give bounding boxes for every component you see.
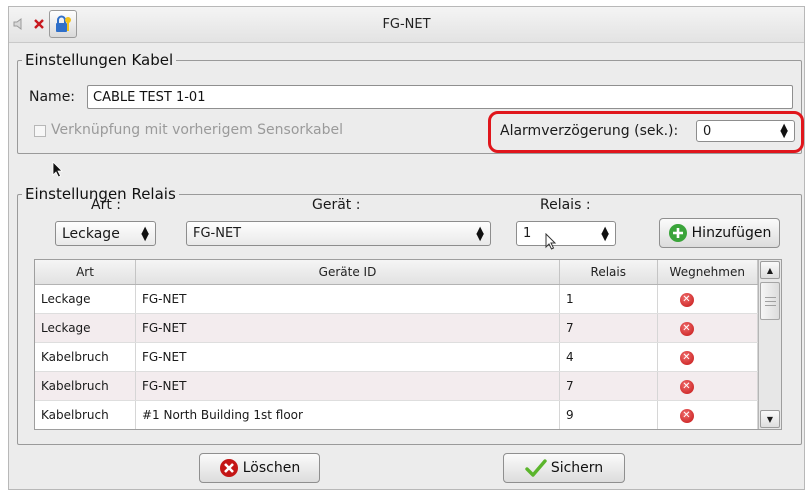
delete-button[interactable]: Löschen bbox=[199, 453, 320, 483]
table-row[interactable]: Leckage FG-NET 7 ✕ bbox=[35, 313, 758, 343]
cell-relais: 9 bbox=[559, 400, 658, 429]
table-scrollbar[interactable]: ▲ ▼ bbox=[758, 260, 781, 429]
art-label: Art : bbox=[91, 197, 121, 213]
relay-table: Art Geräte ID Relais Wegnehmen Leckage F… bbox=[34, 259, 782, 430]
delete-row-icon[interactable]: ✕ bbox=[679, 321, 694, 336]
alarm-delay-label: Alarmverzögerung (sek.): bbox=[500, 123, 679, 139]
table-header-row: Art Geräte ID Relais Wegnehmen bbox=[35, 260, 758, 285]
scroll-up-icon[interactable]: ▲ bbox=[760, 261, 780, 279]
art-select[interactable]: Leckage ▲ ▼ bbox=[55, 221, 156, 246]
relais-label: Relais : bbox=[540, 197, 591, 213]
delete-row-icon[interactable]: ✕ bbox=[679, 379, 694, 394]
select-arrows-icon: ▲ ▼ bbox=[141, 224, 149, 243]
dialog-window: FG-NET Einstellungen Kabel Name: Verknüp… bbox=[8, 6, 805, 490]
table-row[interactable]: Leckage FG-NET 1 ✕ bbox=[35, 284, 758, 314]
cell-geraet: FG-NET bbox=[135, 371, 561, 401]
art-select-value: Leckage bbox=[62, 225, 120, 242]
delete-row-icon[interactable]: ✕ bbox=[679, 292, 694, 307]
delete-row-icon[interactable]: ✕ bbox=[679, 350, 694, 365]
add-button-label: Hinzufügen bbox=[691, 225, 772, 241]
mouse-pointer-icon bbox=[545, 233, 557, 250]
delete-circle-icon bbox=[219, 459, 238, 477]
plus-circle-icon bbox=[668, 224, 687, 242]
cell-geraet: FG-NET bbox=[135, 342, 561, 372]
cell-relais: 7 bbox=[559, 313, 658, 343]
cell-art: Kabelbruch bbox=[35, 400, 136, 429]
title-bar: FG-NET bbox=[9, 7, 804, 43]
window-title: FG-NET bbox=[382, 17, 431, 32]
cell-art: Kabelbruch bbox=[35, 342, 136, 372]
cell-relais: 1 bbox=[559, 284, 658, 314]
add-button[interactable]: Hinzufügen bbox=[659, 218, 780, 248]
alarm-delay-value: 0 bbox=[703, 123, 712, 139]
table-row[interactable]: Kabelbruch #1 North Building 1st floor 9… bbox=[35, 400, 758, 429]
relais-spinbox-value: 1 bbox=[523, 226, 532, 241]
save-button[interactable]: Sichern bbox=[503, 453, 625, 483]
table-row[interactable]: Kabelbruch FG-NET 7 ✕ bbox=[35, 371, 758, 401]
cell-geraet: FG-NET bbox=[135, 313, 561, 343]
cell-relais: 4 bbox=[559, 342, 658, 372]
spin-arrows-icon[interactable]: ▲ ▼ bbox=[601, 225, 609, 242]
cable-settings-legend: Einstellungen Kabel bbox=[25, 51, 174, 69]
link-sensor-label: Verknüpfung mit vorherigem Sensorkabel bbox=[51, 122, 343, 138]
alarm-delay-spinbox[interactable]: 0 ▲ ▼ bbox=[696, 120, 795, 142]
relais-spinbox[interactable]: 1 ▲ ▼ bbox=[516, 221, 616, 246]
table-row[interactable]: Kabelbruch FG-NET 4 ✕ bbox=[35, 342, 758, 372]
cell-geraet: #1 North Building 1st floor bbox=[135, 400, 561, 429]
name-input[interactable] bbox=[87, 85, 793, 109]
column-header-relais[interactable]: Relais bbox=[559, 260, 658, 285]
delete-button-label: Löschen bbox=[242, 460, 301, 476]
scroll-down-icon[interactable]: ▼ bbox=[760, 410, 780, 428]
cell-art: Leckage bbox=[35, 284, 136, 314]
column-header-geraete-id[interactable]: Geräte ID bbox=[135, 260, 561, 285]
checkmark-icon bbox=[525, 459, 547, 477]
geraet-label: Gerät : bbox=[312, 197, 361, 213]
scrollbar-thumb[interactable] bbox=[760, 282, 780, 320]
geraet-select[interactable]: FG-NET ▲ ▼ bbox=[186, 221, 491, 246]
column-header-art[interactable]: Art bbox=[35, 260, 136, 285]
name-label: Name: bbox=[29, 89, 76, 105]
mouse-pointer-icon bbox=[52, 161, 63, 178]
cell-relais: 7 bbox=[559, 371, 658, 401]
cell-art: Leckage bbox=[35, 313, 136, 343]
spin-arrows-icon[interactable]: ▲ ▼ bbox=[780, 123, 788, 140]
column-header-wegnehmen[interactable]: Wegnehmen bbox=[657, 260, 758, 285]
save-button-label: Sichern bbox=[550, 460, 604, 476]
relay-table-grid: Art Geräte ID Relais Wegnehmen Leckage F… bbox=[35, 260, 758, 429]
cell-geraet: FG-NET bbox=[135, 284, 561, 314]
cell-art: Kabelbruch bbox=[35, 371, 136, 401]
link-sensor-checkbox[interactable] bbox=[34, 125, 46, 137]
geraet-select-value: FG-NET bbox=[193, 226, 242, 241]
select-arrows-icon: ▲ ▼ bbox=[476, 224, 484, 243]
delete-row-icon[interactable]: ✕ bbox=[679, 408, 694, 423]
